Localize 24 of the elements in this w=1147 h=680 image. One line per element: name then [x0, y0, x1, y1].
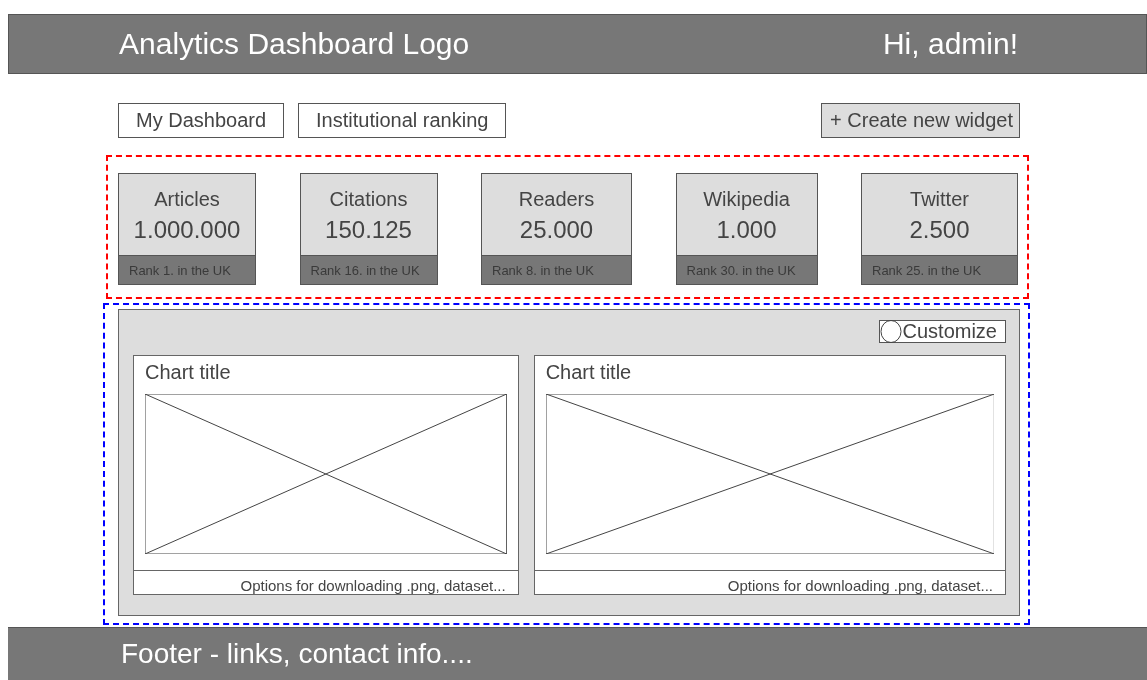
metric-label: Citations	[329, 188, 408, 211]
footer-text: Footer - links, contact info....	[121, 638, 473, 670]
metric-value: 150.125	[325, 216, 412, 244]
metric-rank: Rank 30. in the UK	[676, 255, 817, 284]
download-options-text: Options for downloading .png, dataset...	[727, 577, 993, 594]
download-options-text: Options for downloading .png, dataset...	[240, 577, 506, 594]
metric-value: 25.000	[519, 216, 594, 244]
metric-value: 1.000	[716, 216, 777, 244]
metric-label: Twitter	[910, 188, 969, 211]
customize-button[interactable]: Customize	[878, 320, 1006, 343]
metric-rank: Rank 16. in the UK	[300, 255, 437, 284]
tab[interactable]: Institutional ranking	[298, 103, 507, 138]
metric-value: 1.000.000	[133, 216, 241, 244]
chart-title: Chart title	[545, 361, 633, 384]
metric-label: Wikipedia	[703, 188, 790, 211]
ellipse-icon	[879, 320, 902, 343]
chart-title: Chart title	[145, 361, 232, 384]
create-widget-button[interactable]: + Create new widget	[821, 103, 1020, 138]
logo-text: Analytics Dashboard Logo	[119, 27, 470, 61]
tab[interactable]: My Dashboard	[118, 103, 285, 138]
metric-value: 2.500	[909, 216, 970, 244]
greeting-text: Hi, admin!	[882, 27, 1018, 61]
metric-label: Readers	[518, 188, 595, 211]
metric-label: Articles	[154, 188, 220, 211]
